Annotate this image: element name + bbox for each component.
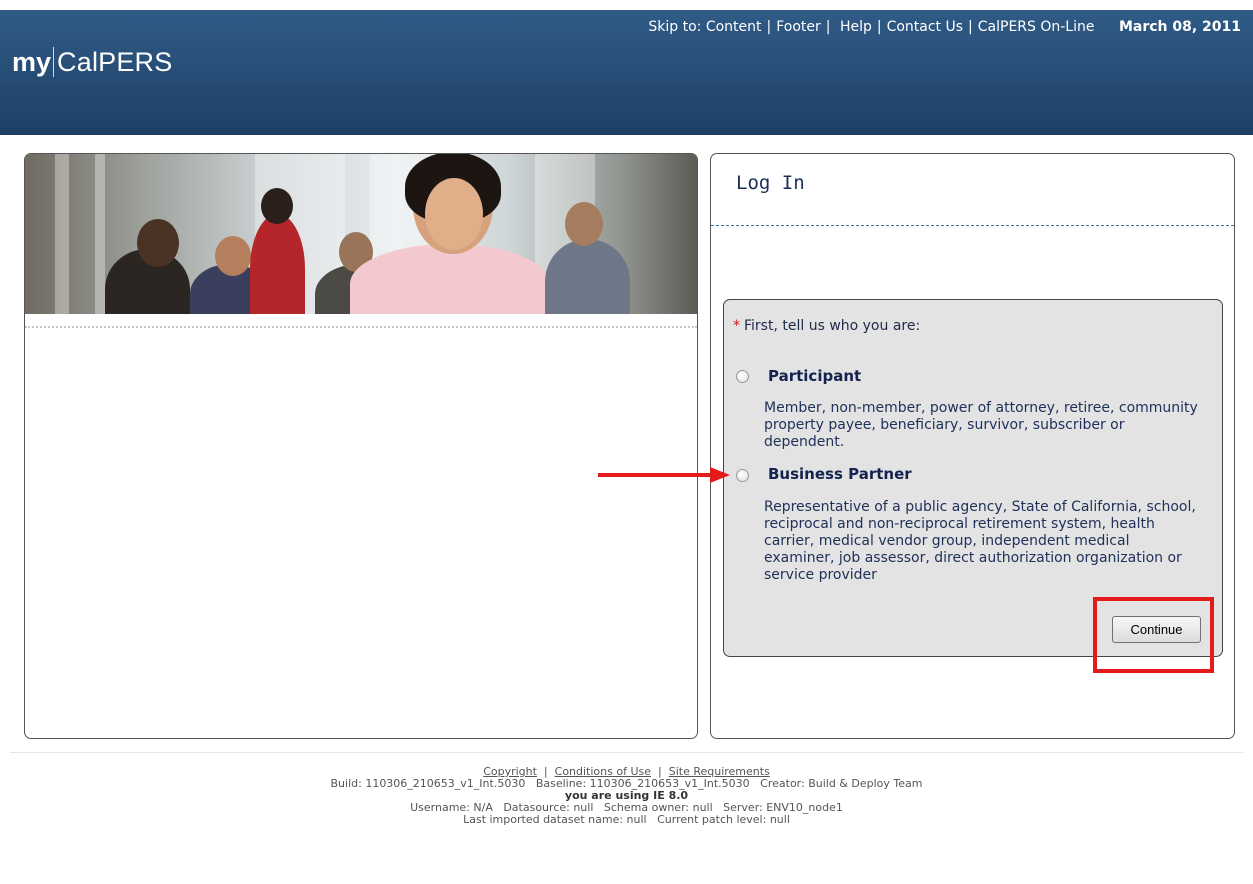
- skip-to-content-link[interactable]: Skip to: Content: [648, 19, 761, 35]
- nav-separator: |: [825, 19, 831, 35]
- participant-description: Member, non-member, power of attorney, r…: [764, 400, 1198, 450]
- footer-import-info: Last imported dataset name: null Current…: [463, 813, 790, 826]
- calpers-logo[interactable]: my CalPERS: [12, 46, 172, 78]
- title-divider: [711, 225, 1234, 226]
- logo-separator: [53, 47, 55, 77]
- business-partner-description: Representative of a public agency, State…: [764, 499, 1196, 583]
- footer-divider: [10, 752, 1243, 753]
- logo-brand: CalPERS: [57, 47, 173, 77]
- contact-us-link[interactable]: Contact Us: [887, 19, 963, 35]
- participant-radio[interactable]: [736, 370, 749, 383]
- hero-photo: [25, 154, 697, 314]
- participant-label[interactable]: Participant: [768, 367, 861, 385]
- continue-highlight-box: [1093, 597, 1214, 673]
- calpers-online-link[interactable]: CalPERS On-Line: [978, 19, 1095, 35]
- site-header: my CalPERS Skip to: Content | Footer | Help…: [0, 10, 1253, 135]
- dotted-divider: [25, 326, 697, 328]
- nav-separator: |: [876, 19, 882, 35]
- skip-to-footer-link[interactable]: Footer: [776, 19, 821, 35]
- left-content-panel: [24, 153, 698, 739]
- arrow-annotation: [598, 467, 730, 483]
- business-partner-radio[interactable]: [736, 469, 749, 482]
- page-footer: Copyright | Conditions of Use | Site Req…: [0, 766, 1253, 826]
- logo-my: my: [12, 47, 52, 77]
- role-prompt: * First, tell us who you are:: [733, 318, 920, 334]
- role-prompt-text: First, tell us who you are:: [744, 318, 921, 334]
- business-partner-label[interactable]: Business Partner: [768, 465, 912, 483]
- login-title: Log In: [736, 172, 805, 194]
- help-link[interactable]: Help: [840, 19, 872, 35]
- nav-separator: |: [766, 19, 772, 35]
- nav-separator: |: [968, 19, 973, 35]
- required-asterisk: *: [733, 318, 740, 334]
- current-date: March 08, 2011: [1118, 19, 1241, 35]
- top-navigation: Skip to: Content | Footer | Help | Contact Us…: [648, 19, 1241, 35]
